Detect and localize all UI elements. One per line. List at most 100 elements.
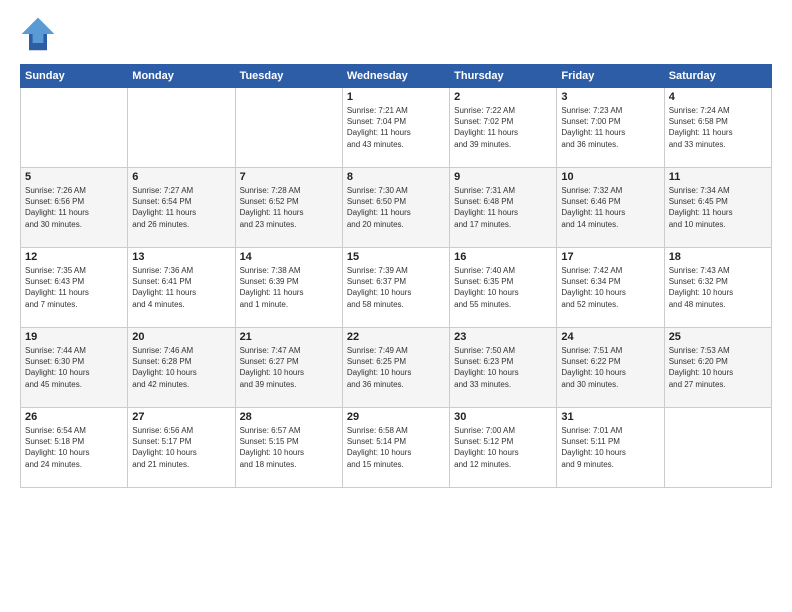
day-number: 23 (454, 331, 552, 343)
day-number: 24 (561, 331, 659, 343)
weekday-header-saturday: Saturday (664, 65, 771, 88)
calendar-cell: 9 Sunrise: 7:31 AM Sunset: 6:48 PM Daylig… (450, 168, 557, 248)
weekday-header-friday: Friday (557, 65, 664, 88)
day-info: Sunrise: 7:40 AM Sunset: 6:35 PM Dayligh… (454, 265, 552, 310)
day-info: Sunrise: 7:36 AM Sunset: 6:41 PM Dayligh… (132, 265, 230, 310)
calendar-cell: 3 Sunrise: 7:23 AM Sunset: 7:00 PM Daylig… (557, 88, 664, 168)
weekday-header-row: SundayMondayTuesdayWednesdayThursdayFrid… (21, 65, 772, 88)
header (20, 16, 772, 52)
day-number: 10 (561, 171, 659, 183)
calendar-cell: 13Sunrise: 7:36 AM Sunset: 6:41 PM Dayli… (128, 248, 235, 328)
calendar-cell: 28 Sunrise: 6:57 AM Sunset: 5:15 PM Dayli… (235, 408, 342, 488)
day-info: Sunrise: 7:46 AM Sunset: 6:28 PM Dayligh… (132, 345, 230, 390)
day-number: 29 (347, 411, 445, 423)
day-info: Sunrise: 7:26 AM Sunset: 6:56 PM Dayligh… (25, 185, 123, 230)
weekday-header-thursday: Thursday (450, 65, 557, 88)
logo (20, 16, 62, 52)
calendar-week-row: 1Sunrise: 7:21 AM Sunset: 7:04 PM Daylig… (21, 88, 772, 168)
day-info: Sunrise: 7:32 AM Sunset: 6:46 PM Dayligh… (561, 185, 659, 230)
logo-icon (20, 16, 56, 52)
day-info: Sunrise: 7:42 AM Sunset: 6:34 PM Dayligh… (561, 265, 659, 310)
calendar-week-row: 5 Sunrise: 7:26 AM Sunset: 6:56 PM Daylig… (21, 168, 772, 248)
day-number: 31 (561, 411, 659, 423)
calendar-cell: 22Sunrise: 7:49 AM Sunset: 6:25 PM Dayli… (342, 328, 449, 408)
calendar-cell: 7 Sunrise: 7:28 AM Sunset: 6:52 PM Daylig… (235, 168, 342, 248)
day-number: 4 (669, 91, 767, 103)
calendar-cell: 16 Sunrise: 7:40 AM Sunset: 6:35 PM Dayli… (450, 248, 557, 328)
calendar-cell (664, 408, 771, 488)
calendar-cell (21, 88, 128, 168)
calendar-cell: 31 Sunrise: 7:01 AM Sunset: 5:11 PM Dayli… (557, 408, 664, 488)
calendar-cell: 5 Sunrise: 7:26 AM Sunset: 6:56 PM Daylig… (21, 168, 128, 248)
day-number: 27 (132, 411, 230, 423)
calendar-cell: 19Sunrise: 7:44 AM Sunset: 6:30 PM Dayli… (21, 328, 128, 408)
calendar-cell: 15 Sunrise: 7:39 AM Sunset: 6:37 PM Dayli… (342, 248, 449, 328)
day-info: Sunrise: 7:23 AM Sunset: 7:00 PM Dayligh… (561, 105, 659, 150)
calendar-cell: 8 Sunrise: 7:30 AM Sunset: 6:50 PM Daylig… (342, 168, 449, 248)
calendar-cell: 1Sunrise: 7:21 AM Sunset: 7:04 PM Daylig… (342, 88, 449, 168)
day-number: 15 (347, 251, 445, 263)
calendar-cell: 21 Sunrise: 7:47 AM Sunset: 6:27 PM Dayli… (235, 328, 342, 408)
day-info: Sunrise: 7:53 AM Sunset: 6:20 PM Dayligh… (669, 345, 767, 390)
day-number: 1 (347, 91, 445, 103)
day-info: Sunrise: 7:39 AM Sunset: 6:37 PM Dayligh… (347, 265, 445, 310)
day-number: 5 (25, 171, 123, 183)
day-info: Sunrise: 7:00 AM Sunset: 5:12 PM Dayligh… (454, 425, 552, 470)
day-info: Sunrise: 7:51 AM Sunset: 6:22 PM Dayligh… (561, 345, 659, 390)
calendar-cell: 24 Sunrise: 7:51 AM Sunset: 6:22 PM Dayli… (557, 328, 664, 408)
day-number: 30 (454, 411, 552, 423)
calendar-cell: 23 Sunrise: 7:50 AM Sunset: 6:23 PM Dayli… (450, 328, 557, 408)
day-number: 20 (132, 331, 230, 343)
day-info: Sunrise: 6:58 AM Sunset: 5:14 PM Dayligh… (347, 425, 445, 470)
day-info: Sunrise: 7:01 AM Sunset: 5:11 PM Dayligh… (561, 425, 659, 470)
day-number: 18 (669, 251, 767, 263)
day-info: Sunrise: 7:43 AM Sunset: 6:32 PM Dayligh… (669, 265, 767, 310)
calendar-cell: 27 Sunrise: 6:56 AM Sunset: 5:17 PM Dayli… (128, 408, 235, 488)
day-number: 21 (240, 331, 338, 343)
day-info: Sunrise: 7:30 AM Sunset: 6:50 PM Dayligh… (347, 185, 445, 230)
day-info: Sunrise: 6:54 AM Sunset: 5:18 PM Dayligh… (25, 425, 123, 470)
day-info: Sunrise: 7:34 AM Sunset: 6:45 PM Dayligh… (669, 185, 767, 230)
calendar-cell: 17 Sunrise: 7:42 AM Sunset: 6:34 PM Dayli… (557, 248, 664, 328)
day-number: 28 (240, 411, 338, 423)
day-number: 9 (454, 171, 552, 183)
day-info: Sunrise: 7:50 AM Sunset: 6:23 PM Dayligh… (454, 345, 552, 390)
day-number: 3 (561, 91, 659, 103)
day-info: Sunrise: 7:28 AM Sunset: 6:52 PM Dayligh… (240, 185, 338, 230)
day-number: 22 (347, 331, 445, 343)
calendar-week-row: 26 Sunrise: 6:54 AM Sunset: 5:18 PM Dayli… (21, 408, 772, 488)
calendar-cell: 18 Sunrise: 7:43 AM Sunset: 6:32 PM Dayli… (664, 248, 771, 328)
day-number: 8 (347, 171, 445, 183)
calendar-cell: 29 Sunrise: 6:58 AM Sunset: 5:14 PM Dayli… (342, 408, 449, 488)
calendar-cell: 20 Sunrise: 7:46 AM Sunset: 6:28 PM Dayli… (128, 328, 235, 408)
calendar-week-row: 19Sunrise: 7:44 AM Sunset: 6:30 PM Dayli… (21, 328, 772, 408)
day-info: Sunrise: 7:44 AM Sunset: 6:30 PM Dayligh… (25, 345, 123, 390)
day-number: 16 (454, 251, 552, 263)
day-info: Sunrise: 7:47 AM Sunset: 6:27 PM Dayligh… (240, 345, 338, 390)
calendar-cell: 30 Sunrise: 7:00 AM Sunset: 5:12 PM Dayli… (450, 408, 557, 488)
day-info: Sunrise: 7:27 AM Sunset: 6:54 PM Dayligh… (132, 185, 230, 230)
calendar-cell: 12 Sunrise: 7:35 AM Sunset: 6:43 PM Dayli… (21, 248, 128, 328)
day-number: 25 (669, 331, 767, 343)
day-info: Sunrise: 7:24 AM Sunset: 6:58 PM Dayligh… (669, 105, 767, 150)
day-number: 7 (240, 171, 338, 183)
calendar-cell: 6Sunrise: 7:27 AM Sunset: 6:54 PM Daylig… (128, 168, 235, 248)
day-number: 17 (561, 251, 659, 263)
day-number: 26 (25, 411, 123, 423)
day-info: Sunrise: 6:57 AM Sunset: 5:15 PM Dayligh… (240, 425, 338, 470)
day-info: Sunrise: 7:31 AM Sunset: 6:48 PM Dayligh… (454, 185, 552, 230)
calendar-cell (235, 88, 342, 168)
day-number: 2 (454, 91, 552, 103)
day-info: Sunrise: 7:38 AM Sunset: 6:39 PM Dayligh… (240, 265, 338, 310)
day-info: Sunrise: 6:56 AM Sunset: 5:17 PM Dayligh… (132, 425, 230, 470)
calendar-table: SundayMondayTuesdayWednesdayThursdayFrid… (20, 64, 772, 488)
day-number: 11 (669, 171, 767, 183)
weekday-header-tuesday: Tuesday (235, 65, 342, 88)
day-number: 12 (25, 251, 123, 263)
calendar-cell: 14Sunrise: 7:38 AM Sunset: 6:39 PM Dayli… (235, 248, 342, 328)
day-info: Sunrise: 7:22 AM Sunset: 7:02 PM Dayligh… (454, 105, 552, 150)
day-info: Sunrise: 7:35 AM Sunset: 6:43 PM Dayligh… (25, 265, 123, 310)
page-container: SundayMondayTuesdayWednesdayThursdayFrid… (0, 0, 792, 498)
calendar-week-row: 12 Sunrise: 7:35 AM Sunset: 6:43 PM Dayli… (21, 248, 772, 328)
calendar-cell: 11 Sunrise: 7:34 AM Sunset: 6:45 PM Dayli… (664, 168, 771, 248)
